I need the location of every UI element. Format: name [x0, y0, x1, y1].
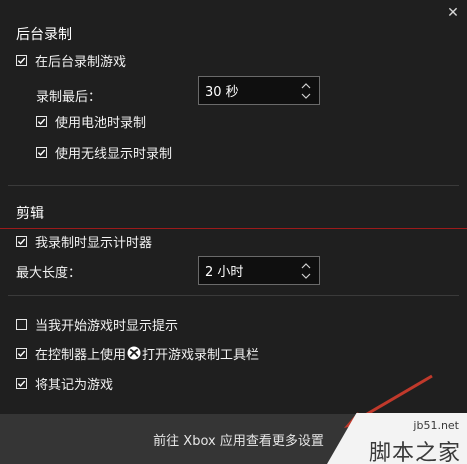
divider — [8, 295, 459, 296]
close-icon[interactable]: ✕ — [446, 6, 460, 20]
record-in-background-label: 在后台录制游戏 — [35, 54, 127, 70]
checkbox-checked-icon — [16, 347, 27, 359]
checkbox-checked-icon — [16, 235, 27, 247]
remember-as-game-checkbox[interactable]: 将其记为游戏 — [16, 373, 113, 393]
record-wireless-display-checkbox[interactable]: 使用无线显示时录制 — [36, 142, 172, 162]
record-on-battery-checkbox[interactable]: 使用电池时录制 — [36, 111, 146, 131]
max-length-select[interactable]: 2 小时 — [198, 256, 320, 285]
show-tips-checkbox[interactable]: 当我开始游戏时显示提示 — [16, 314, 178, 334]
show-tips-label: 当我开始游戏时显示提示 — [35, 318, 179, 334]
watermark-line1: jb51.net — [413, 419, 459, 432]
stepper-icon — [299, 262, 313, 280]
record-on-battery-label: 使用电池时录制 — [55, 115, 147, 131]
checkbox-unchecked-icon — [16, 318, 27, 330]
watermark: jb51.net 脚本之家 — [317, 413, 467, 464]
annotation-line — [0, 228, 467, 229]
checkbox-checked-icon — [36, 115, 47, 127]
max-length-value: 2 小时 — [205, 265, 244, 280]
xbox-app-settings-link[interactable]: 前往 Xbox 应用查看更多设置 — [153, 430, 324, 449]
stepper-icon — [299, 82, 313, 100]
record-last-value: 30 秒 — [205, 85, 239, 100]
checkbox-checked-icon — [36, 146, 47, 158]
record-last-select[interactable]: 30 秒 — [198, 76, 320, 105]
max-length-label: 最大长度： — [16, 266, 82, 281]
record-last-label: 录制最后： — [36, 90, 102, 105]
controller-toolbar-checkbox[interactable]: 在控制器上使用 打开游戏录制工具栏 — [16, 343, 259, 363]
controller-toolbar-label-before: 在控制器上使用 — [35, 347, 127, 363]
section-title-background-recording: 后台录制 — [16, 27, 72, 43]
show-timer-checkbox[interactable]: 我录制时显示计时器 — [16, 231, 152, 251]
watermark-line2: 脚本之家 — [368, 441, 461, 464]
divider — [8, 185, 459, 186]
show-timer-label: 我录制时显示计时器 — [35, 235, 153, 251]
remember-as-game-label: 将其记为游戏 — [35, 377, 114, 393]
section-title-clips: 剪辑 — [16, 206, 44, 222]
record-in-background-checkbox[interactable]: 在后台录制游戏 — [16, 50, 126, 70]
record-wireless-display-label: 使用无线显示时录制 — [55, 146, 173, 162]
xbox-logo-icon — [127, 346, 141, 360]
controller-toolbar-label-after: 打开游戏录制工具栏 — [142, 347, 260, 363]
checkbox-checked-icon — [16, 377, 27, 389]
checkbox-checked-icon — [16, 54, 27, 66]
